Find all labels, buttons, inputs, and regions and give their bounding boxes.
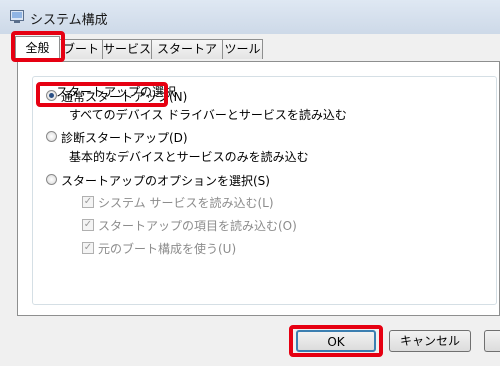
- selective-startup-label[interactable]: スタートアップのオプションを選択(S): [61, 172, 270, 189]
- general-tab-panel: スタートアップの選択 通常スタートアップ(N) すべてのデバイス ドライバーとサ…: [17, 61, 500, 316]
- tab-general[interactable]: 全般: [15, 36, 60, 61]
- cancel-button[interactable]: キャンセル: [389, 330, 471, 352]
- radio-diagnostic-startup[interactable]: [46, 131, 57, 142]
- radio-normal-startup[interactable]: [46, 90, 57, 101]
- diagnostic-startup-description: 基本的なデバイスとサービスのみを読み込む: [69, 150, 309, 164]
- partial-button[interactable]: [484, 330, 500, 352]
- system-config-icon: [10, 10, 24, 23]
- checkbox-load-startup-items[interactable]: ✓: [82, 219, 94, 231]
- normal-startup-description: すべてのデバイス ドライバーとサービスを読み込む: [69, 108, 347, 122]
- use-original-boot-config-label: 元のブート構成を使う(U): [98, 242, 237, 256]
- load-startup-items-label: スタートアップの項目を読み込む(O): [98, 219, 297, 233]
- checkbox-use-original-boot-config[interactable]: ✓: [82, 242, 94, 254]
- tab-boot[interactable]: ブート: [59, 39, 103, 59]
- ok-button[interactable]: OK: [296, 330, 376, 352]
- dialog-footer: OK キャンセル: [0, 316, 500, 366]
- title-bar: システム構成: [0, 0, 500, 35]
- system-config-window: システム構成 全般 ブート サービス スタートアップ ツール スタートアップの選…: [0, 0, 500, 366]
- radio-selective-startup[interactable]: [46, 174, 57, 185]
- window-title: システム構成: [30, 13, 108, 28]
- diagnostic-startup-label[interactable]: 診断スタートアップ(D): [61, 129, 188, 146]
- tab-strip: 全般 ブート サービス スタートアップ ツール: [0, 34, 500, 75]
- load-system-services-label: システム サービスを読み込む(L): [98, 196, 274, 210]
- tab-services[interactable]: サービス: [102, 39, 152, 59]
- normal-startup-label[interactable]: 通常スタートアップ(N): [61, 88, 187, 105]
- checkbox-load-system-services[interactable]: ✓: [82, 196, 94, 208]
- tab-tools[interactable]: ツール: [222, 39, 263, 59]
- tab-startup[interactable]: スタートアップ: [151, 39, 223, 75]
